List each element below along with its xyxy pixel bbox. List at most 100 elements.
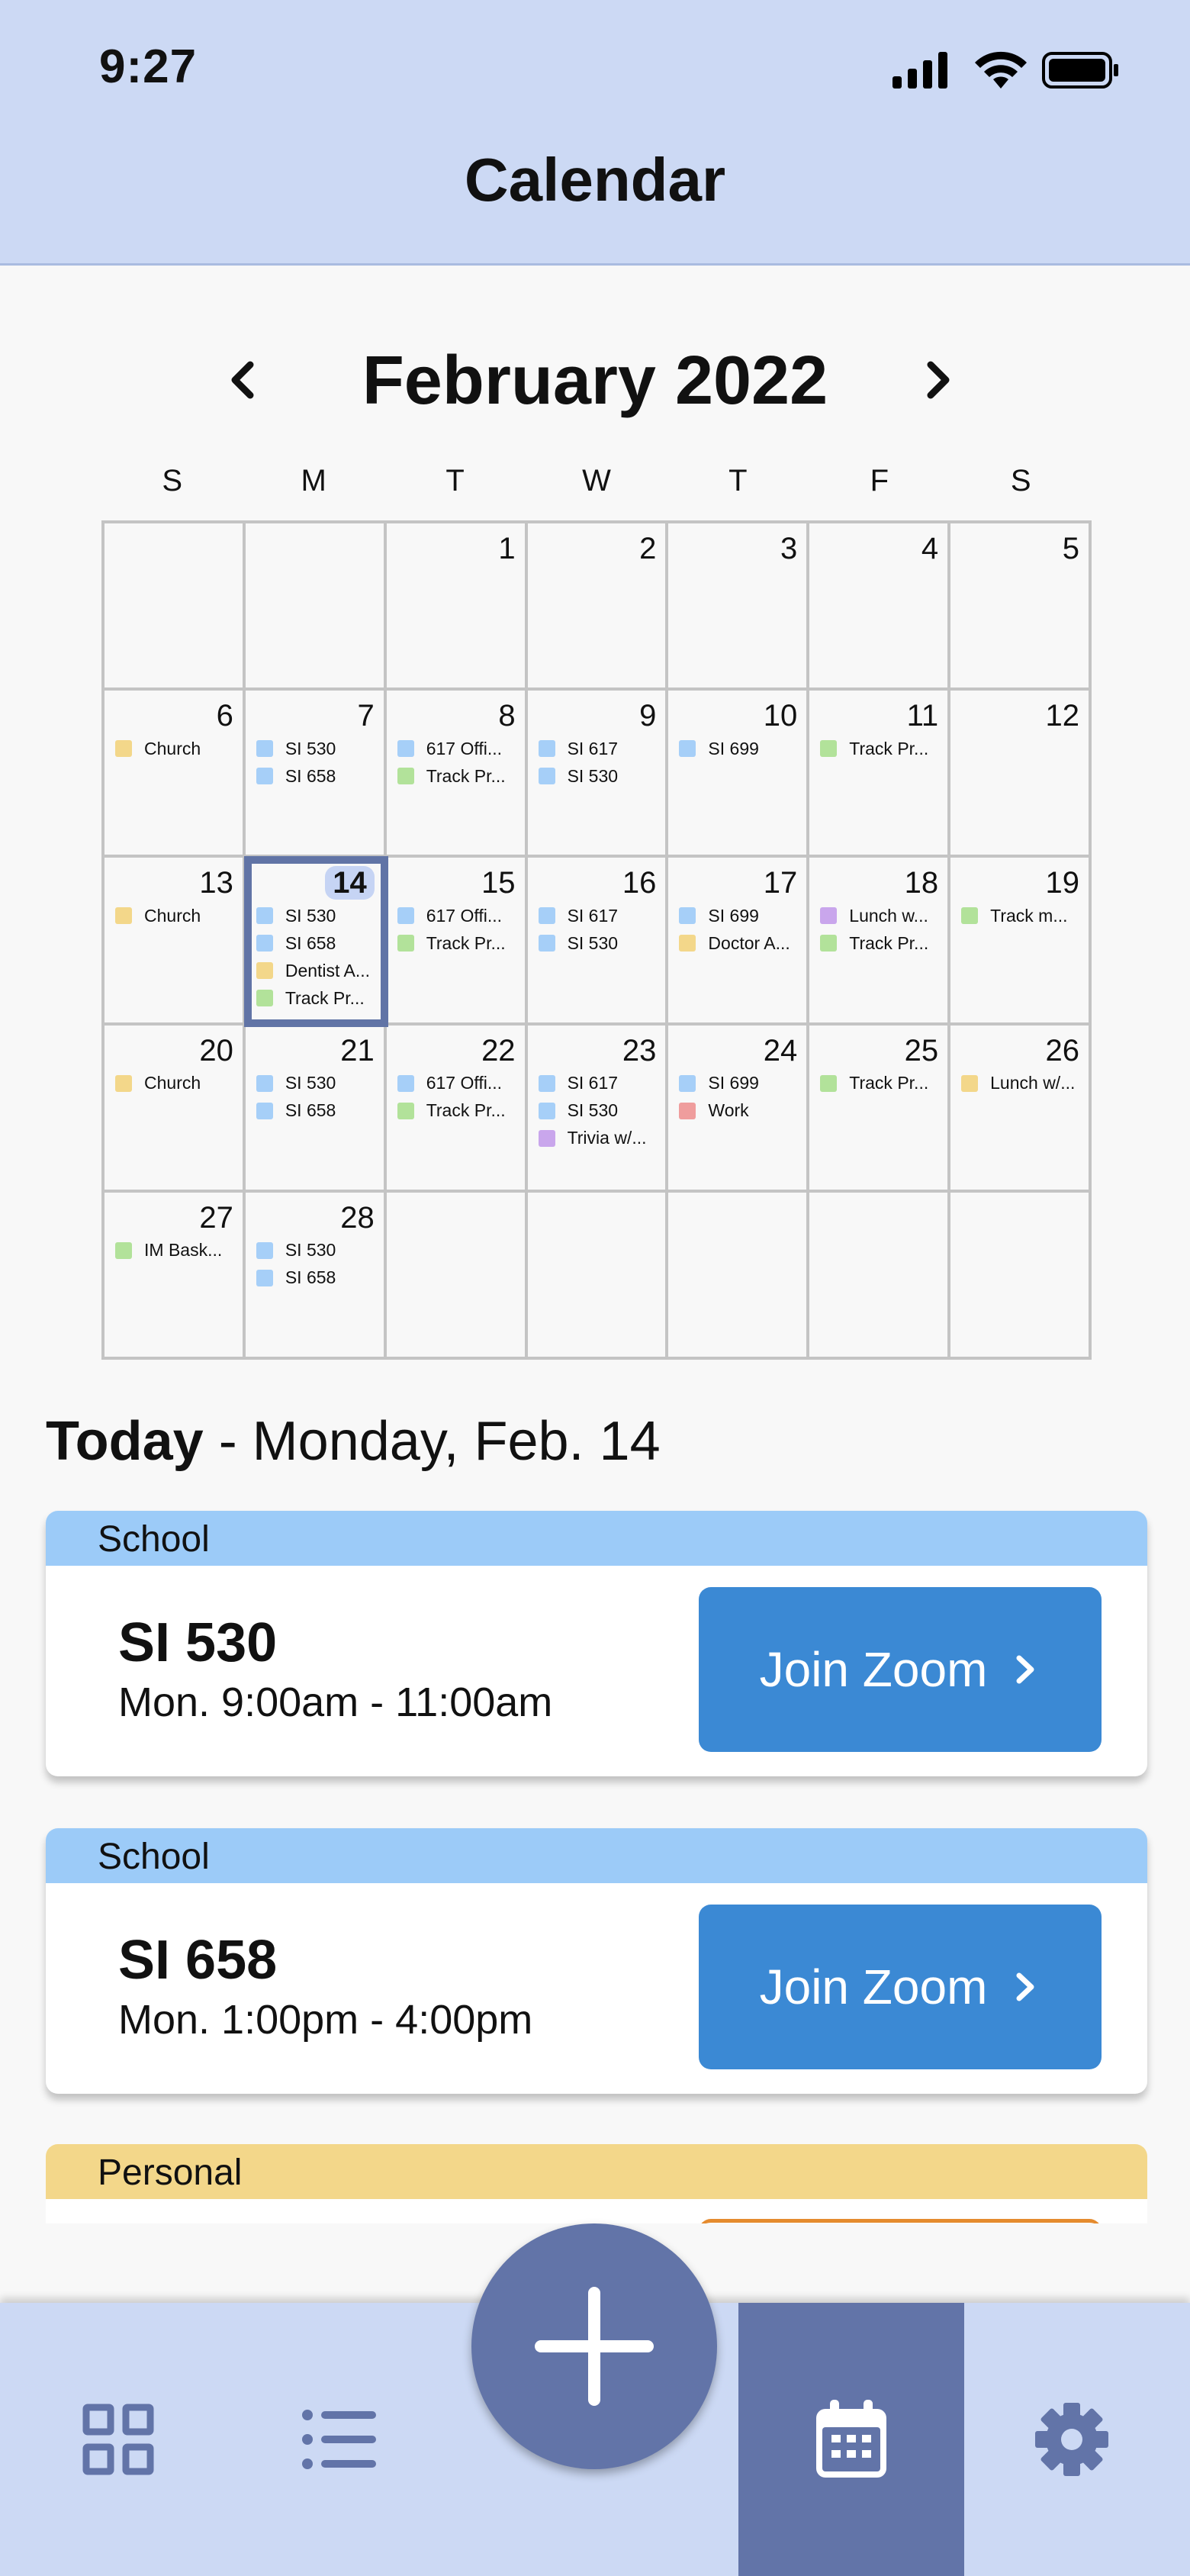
calendar-day[interactable]: 17 SI 699 Doctor A... bbox=[668, 858, 810, 1026]
calendar-day[interactable]: 11 Track Pr... bbox=[809, 691, 951, 858]
calendar-event[interactable]: SI 617 bbox=[537, 902, 658, 929]
calendar-event[interactable]: 617 Offi... bbox=[396, 1070, 517, 1097]
calendar-event[interactable]: SI 530 bbox=[255, 1237, 376, 1264]
calendar-event[interactable]: SI 530 bbox=[255, 902, 376, 929]
calendar-day[interactable]: 24 SI 699 Work bbox=[668, 1025, 810, 1193]
calendar-day[interactable]: 8 617 Offi... Track Pr... bbox=[386, 691, 528, 858]
day-number-row bbox=[114, 530, 235, 568]
month-title: February 2022 bbox=[362, 343, 828, 419]
calendar-event[interactable]: SI 530 bbox=[537, 929, 658, 957]
calendar-day[interactable]: 13 Church bbox=[105, 858, 246, 1026]
tab-dashboard[interactable] bbox=[46, 2303, 191, 2576]
tab-list[interactable] bbox=[267, 2303, 412, 2576]
event-label: SI 617 bbox=[567, 738, 619, 758]
day-number: 5 bbox=[1062, 532, 1079, 565]
calendar-day[interactable]: 3 bbox=[668, 523, 810, 691]
calendar-day[interactable]: 15 617 Offi... Track Pr... bbox=[386, 858, 528, 1026]
calendar-event[interactable]: SI 617 bbox=[537, 735, 658, 762]
calendar-event[interactable]: 617 Offi... bbox=[396, 735, 517, 762]
calendar-day[interactable]: 25 Track Pr... bbox=[809, 1025, 951, 1193]
calendar-day[interactable]: 12 bbox=[950, 691, 1092, 858]
calendar-event[interactable]: Track Pr... bbox=[396, 762, 517, 790]
calendar-event[interactable]: SI 617 bbox=[537, 1070, 658, 1097]
calendar-day[interactable]: 7 SI 530 SI 658 bbox=[245, 691, 387, 858]
calendar-day[interactable]: 27 IM Bask... bbox=[105, 1192, 246, 1360]
calendar-day-today[interactable]: 14 SI 530 SI 658 Dentist A... Track Pr... bbox=[243, 856, 388, 1027]
event-color-dot bbox=[679, 1074, 696, 1092]
calendar-event[interactable]: Church bbox=[114, 902, 235, 929]
event-title: SI 530 bbox=[118, 1612, 278, 1673]
calendar-event[interactable]: SI 530 bbox=[537, 762, 658, 790]
event-color-dot bbox=[256, 740, 273, 758]
event-label: Work bbox=[708, 1100, 749, 1121]
day-number-row: 26 bbox=[960, 1032, 1081, 1070]
calendar-day[interactable]: 21 SI 530 SI 658 bbox=[245, 1025, 387, 1193]
day-number-row: 27 bbox=[114, 1199, 235, 1237]
month-grid: 1 2 3 4 5 6 Church 7 SI 530 SI 658 8 617 Offi... Tra… bbox=[101, 520, 1092, 1360]
event-action-button-edge[interactable] bbox=[699, 2219, 1102, 2223]
event-color-dot bbox=[256, 1269, 273, 1286]
event-card-partial[interactable]: Personal bbox=[46, 2144, 1147, 2223]
calendar-day[interactable]: 2 bbox=[527, 523, 669, 691]
calendar-event[interactable]: Track Pr... bbox=[819, 929, 940, 957]
calendar-event[interactable]: Lunch w... bbox=[819, 902, 940, 929]
day-number: 28 bbox=[340, 1200, 375, 1235]
calendar-day[interactable]: 22 617 Offi... Track Pr... bbox=[386, 1025, 528, 1193]
calendar-event[interactable]: Track Pr... bbox=[819, 735, 940, 762]
calendar-day[interactable]: 1 bbox=[386, 523, 528, 691]
calendar-event[interactable]: Dentist A... bbox=[255, 957, 376, 984]
calendar-event[interactable]: SI 658 bbox=[255, 1264, 376, 1292]
event-color-dot bbox=[679, 935, 696, 952]
calendar-event[interactable]: SI 530 bbox=[537, 1097, 658, 1125]
calendar-day[interactable]: 20 Church bbox=[105, 1025, 246, 1193]
calendar-day[interactable]: 23 SI 617 SI 530 Trivia w/... bbox=[527, 1025, 669, 1193]
calendar-day[interactable]: 10 SI 699 bbox=[668, 691, 810, 858]
calendar-event[interactable]: Doctor A... bbox=[677, 929, 799, 957]
calendar-event[interactable]: Track Pr... bbox=[255, 984, 376, 1012]
calendar-event[interactable]: SI 699 bbox=[677, 1070, 799, 1097]
event-time: Mon. 9:00am - 11:00am bbox=[118, 1679, 553, 1725]
calendar-event[interactable]: SI 699 bbox=[677, 902, 799, 929]
event-label: 617 Offi... bbox=[426, 738, 503, 758]
calendar-event[interactable]: SI 658 bbox=[255, 762, 376, 790]
calendar-event[interactable]: 617 Offi... bbox=[396, 902, 517, 929]
calendar-day[interactable]: 26 Lunch w/... bbox=[950, 1025, 1092, 1193]
calendar-event[interactable]: Work bbox=[677, 1097, 799, 1125]
day-number-row: 20 bbox=[114, 1032, 235, 1070]
calendar-day[interactable]: 4 bbox=[809, 523, 951, 691]
event-card[interactable]: School SI 658 Mon. 1:00pm - 4:00pm Join … bbox=[46, 1828, 1147, 2094]
next-month-button[interactable] bbox=[906, 349, 967, 411]
calendar-event[interactable]: Church bbox=[114, 735, 235, 762]
calendar-event[interactable]: SI 699 bbox=[677, 735, 799, 762]
add-event-button[interactable] bbox=[471, 2223, 717, 2469]
calendar-event[interactable]: SI 658 bbox=[255, 929, 376, 957]
tab-calendar[interactable] bbox=[738, 2303, 964, 2576]
calendar-event[interactable]: Track Pr... bbox=[396, 929, 517, 957]
calendar-event[interactable]: Trivia w/... bbox=[537, 1125, 658, 1152]
calendar-day[interactable]: 16 SI 617 SI 530 bbox=[527, 858, 669, 1026]
calendar-event[interactable]: SI 530 bbox=[255, 735, 376, 762]
calendar-day[interactable]: 9 SI 617 SI 530 bbox=[527, 691, 669, 858]
calendar-day[interactable]: 5 bbox=[950, 523, 1092, 691]
tab-settings[interactable] bbox=[999, 2303, 1144, 2576]
event-card[interactable]: School SI 530 Mon. 9:00am - 11:00am Join… bbox=[46, 1511, 1147, 1776]
calendar-event[interactable]: Track Pr... bbox=[396, 1097, 517, 1125]
calendar-day[interactable]: 6 Church bbox=[105, 691, 246, 858]
calendar-event[interactable]: Church bbox=[114, 1070, 235, 1097]
calendar-day[interactable]: 18 Lunch w... Track Pr... bbox=[809, 858, 951, 1026]
event-time: Mon. 1:00pm - 4:00pm bbox=[118, 1997, 533, 2043]
calendar-day[interactable]: 28 SI 530 SI 658 bbox=[245, 1192, 387, 1360]
calendar-event[interactable]: SI 530 bbox=[255, 1070, 376, 1097]
calendar-event[interactable]: SI 658 bbox=[255, 1097, 376, 1125]
event-label: Dentist A... bbox=[285, 960, 371, 980]
calendar-event[interactable]: Lunch w/... bbox=[960, 1070, 1081, 1097]
event-color-dot bbox=[538, 1074, 555, 1092]
calendar-event[interactable]: Track m... bbox=[960, 902, 1081, 929]
calendar-event[interactable]: Track Pr... bbox=[819, 1070, 940, 1097]
join-zoom-button[interactable]: Join Zoom bbox=[699, 1905, 1102, 2069]
calendar-day[interactable]: 19 Track m... bbox=[950, 858, 1092, 1026]
calendar-day bbox=[668, 1192, 810, 1360]
calendar-event[interactable]: IM Bask... bbox=[114, 1237, 235, 1264]
join-zoom-button[interactable]: Join Zoom bbox=[699, 1587, 1102, 1752]
day-number: 20 bbox=[199, 1033, 233, 1067]
